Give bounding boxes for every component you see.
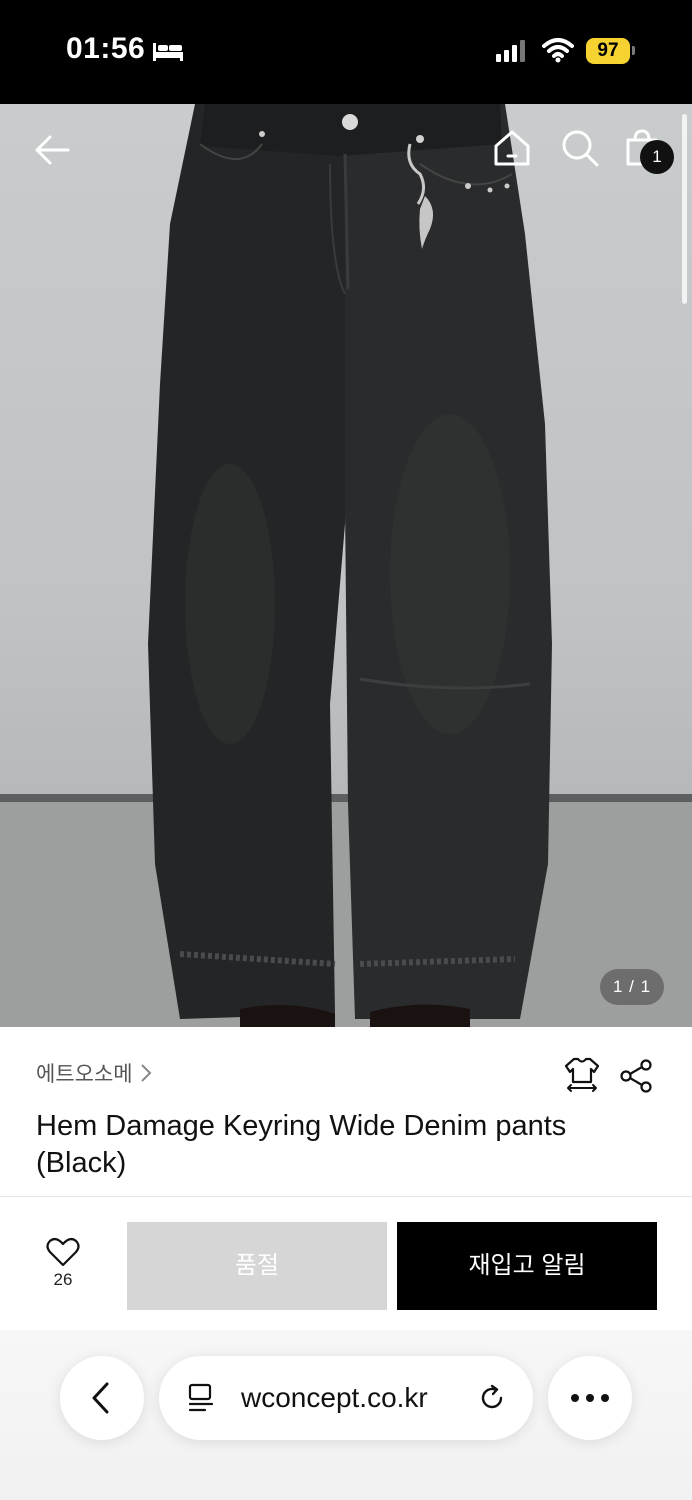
search-icon[interactable] <box>558 126 602 170</box>
product-title: Hem Damage Keyring Wide Denim pants (Bla… <box>36 1110 567 1179</box>
battery-cap <box>632 46 635 55</box>
home-icon[interactable] <box>490 126 534 170</box>
chevron-right-icon <box>140 1064 152 1082</box>
like-count: 26 <box>53 1270 73 1289</box>
signal-icon <box>496 40 525 62</box>
brand-name: 에트오소메 <box>36 1063 133 1086</box>
like-button[interactable]: 26 <box>30 1236 96 1300</box>
image-counter: 1 / 1 <box>600 969 664 1005</box>
chevron-left-icon <box>92 1382 109 1414</box>
browser-more-button[interactable] <box>548 1356 632 1440</box>
denim-pants-illustration <box>0 104 692 1027</box>
browser-back-button[interactable] <box>60 1356 144 1440</box>
back-arrow-icon[interactable] <box>30 128 74 172</box>
soldout-button[interactable]: 품절 <box>127 1222 387 1310</box>
divider <box>0 1196 692 1197</box>
brand-link[interactable]: 에트오소메 <box>36 1058 153 1088</box>
heart-icon <box>46 1237 80 1267</box>
wifi-icon <box>542 38 574 63</box>
status-bar: 01:56 97 <box>0 0 692 104</box>
cart-count-badge: 1 <box>640 140 674 174</box>
status-time: 01:56 <box>66 32 146 65</box>
page-scrollbar[interactable] <box>682 114 687 304</box>
more-icon <box>571 1394 609 1402</box>
restock-alert-button[interactable]: 재입고 알림 <box>397 1222 657 1310</box>
battery-icon: 97 <box>586 38 630 64</box>
share-icon[interactable] <box>618 1058 654 1094</box>
bed-icon <box>153 43 183 61</box>
product-image[interactable]: 1 1 / 1 <box>0 104 692 1027</box>
address-bar[interactable]: wconcept.co.kr <box>159 1356 533 1440</box>
url-text: wconcept.co.kr <box>241 1382 428 1413</box>
size-guide-icon[interactable] <box>562 1054 602 1094</box>
product-page: 01:56 97 1 1 / 1 에트오소메 Hem Damage Keyrin… <box>0 0 692 1500</box>
reload-icon[interactable] <box>477 1383 507 1413</box>
page-menu-icon <box>188 1383 214 1412</box>
